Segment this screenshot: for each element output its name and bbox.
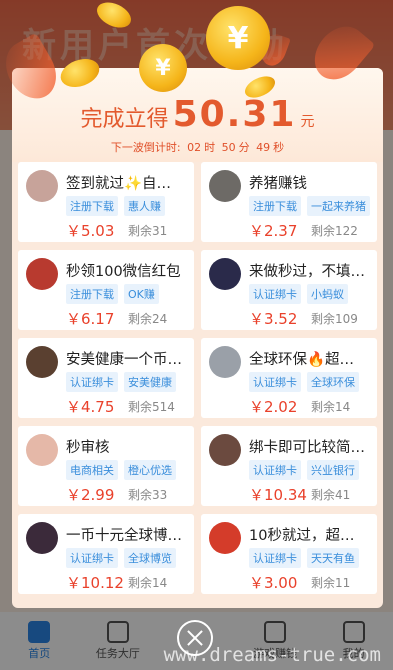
task-tag: 小蚂蚁 (307, 284, 348, 304)
countdown: 下一波倒计时: 02 时 50 分 49 秒 (12, 139, 383, 155)
task-title: 安美健康一个币… (66, 352, 182, 368)
task-tag: 认证绑卡 (249, 284, 301, 304)
task-card[interactable]: 秒领100微信红包注册下载 OK赚 ￥6.17 剩余24 (18, 250, 194, 330)
task-tag: 电商相关 (66, 460, 118, 480)
task-title: 签到就过✨自… (66, 176, 172, 192)
headline-prefix: 完成立得 (80, 107, 169, 132)
task-title: 绑卡即可比较简… (249, 440, 365, 456)
task-title: 10秒就过，超… (249, 528, 355, 544)
task-tag: 惠人赚 (124, 196, 165, 216)
task-title: 全球环保🔥超… (249, 352, 355, 368)
task-tags: 电商相关 橙心优选 (66, 460, 176, 480)
task-remaining: 剩余122 (311, 224, 358, 238)
task-card[interactable]: 安美健康一个币… 认证绑卡 安美健康 ￥4.75 剩余514 (18, 338, 194, 418)
watermark: www.dreams-true.com (163, 644, 381, 666)
countdown-minutes: 50 (221, 141, 236, 154)
task-tag: 认证绑卡 (249, 372, 301, 392)
avatar (26, 346, 58, 378)
task-price: ￥10.34 (249, 486, 307, 504)
task-title: 来做秒过，不填… (249, 264, 365, 280)
task-tag: 一起来养猪 (307, 196, 370, 216)
task-tag: 认证绑卡 (66, 372, 118, 392)
task-remaining: 剩余14 (311, 400, 351, 414)
task-card[interactable]: 绑卡即可比较简… 认证绑卡 兴业银行 ￥10.34 剩余41 (201, 426, 377, 506)
task-remaining: 剩余14 (128, 576, 168, 590)
task-price: ￥5.03 (66, 222, 115, 240)
avatar (26, 522, 58, 554)
task-tag: 天天有鱼 (307, 548, 359, 568)
task-tag: 注册下载 (66, 196, 118, 216)
task-tag: 认证绑卡 (66, 548, 118, 568)
task-tags: 认证绑卡 小蚂蚁 (249, 284, 348, 304)
coin-icon: ¥ (139, 44, 187, 92)
task-tag: 认证绑卡 (249, 460, 301, 480)
task-price: ￥2.99 (66, 486, 115, 504)
task-tag: 兴业银行 (307, 460, 359, 480)
task-tag: 全球博览 (124, 548, 176, 568)
avatar (209, 522, 241, 554)
avatar (209, 170, 241, 202)
task-remaining: 剩余41 (311, 488, 351, 502)
task-tag: OK赚 (124, 284, 159, 304)
task-tag: 注册下载 (249, 196, 301, 216)
reward-modal: 完成立得 50.31 元 下一波倒计时: 02 时 50 分 49 秒 签到就过✨自… 注册… (12, 68, 383, 608)
task-tags: 注册下载 惠人赚 (66, 196, 165, 216)
task-price: ￥3.52 (249, 310, 298, 328)
task-remaining: 剩余24 (128, 312, 168, 326)
avatar (26, 434, 58, 466)
task-remaining: 剩余33 (128, 488, 168, 502)
task-card[interactable]: 养猪赚钱注册下载 一起来养猪 ￥2.37 剩余122 (201, 162, 377, 242)
avatar (26, 258, 58, 290)
task-tag: 认证绑卡 (249, 548, 301, 568)
task-price: ￥2.37 (249, 222, 298, 240)
avatar (209, 258, 241, 290)
task-card[interactable]: 全球环保🔥超… 认证绑卡 全球环保 ￥2.02 剩余14 (201, 338, 377, 418)
countdown-seconds-unit: 秒 (273, 141, 285, 154)
avatar (209, 434, 241, 466)
coin-icon: ¥ (206, 6, 270, 70)
task-remaining: 剩余11 (311, 576, 351, 590)
task-card[interactable]: 来做秒过，不填… 认证绑卡 小蚂蚁 ￥3.52 剩余109 (201, 250, 377, 330)
task-tags: 注册下载 OK赚 (66, 284, 159, 304)
task-price: ￥6.17 (66, 310, 115, 328)
task-price: ￥3.00 (249, 574, 298, 592)
task-title: 养猪赚钱 (249, 176, 307, 192)
task-remaining: 剩余514 (128, 400, 175, 414)
task-card[interactable]: 秒审核电商相关 橙心优选 ￥2.99 剩余33 (18, 426, 194, 506)
task-tags: 认证绑卡 天天有鱼 (249, 548, 359, 568)
countdown-label: 下一波倒计时: (110, 141, 181, 154)
task-grid: 签到就过✨自… 注册下载 惠人赚 ￥5.03 剩余31 养猪赚钱 注册下载 一起来养猪 ￥2.3… (18, 162, 377, 594)
avatar (209, 346, 241, 378)
task-title: 一币十元全球博… (66, 528, 182, 544)
task-card[interactable]: 10秒就过，超… 认证绑卡 天天有鱼 ￥3.00 剩余11 (201, 514, 377, 594)
task-remaining: 剩余31 (128, 224, 168, 238)
avatar (26, 170, 58, 202)
task-tag: 安美健康 (124, 372, 176, 392)
countdown-seconds: 49 (256, 141, 271, 154)
task-tags: 注册下载 一起来养猪 (249, 196, 370, 216)
task-price: ￥10.12 (66, 574, 124, 592)
task-tags: 认证绑卡 全球博览 (66, 548, 176, 568)
countdown-hours: 02 (187, 141, 202, 154)
countdown-hours-unit: 时 (204, 141, 216, 154)
task-tags: 认证绑卡 兴业银行 (249, 460, 359, 480)
task-title: 秒领100微信红包 (66, 264, 181, 280)
task-remaining: 剩余109 (311, 312, 358, 326)
task-price: ￥2.02 (249, 398, 298, 416)
task-tags: 认证绑卡 全球环保 (249, 372, 359, 392)
task-tag: 注册下载 (66, 284, 118, 304)
task-price: ￥4.75 (66, 398, 115, 416)
task-tags: 认证绑卡 安美健康 (66, 372, 176, 392)
task-card[interactable]: 签到就过✨自… 注册下载 惠人赚 ￥5.03 剩余31 (18, 162, 194, 242)
reward-amount: 50.31 (172, 94, 297, 135)
task-tag: 全球环保 (307, 372, 359, 392)
reward-unit: 元 (300, 114, 315, 130)
task-tag: 橙心优选 (124, 460, 176, 480)
task-title: 秒审核 (66, 440, 110, 456)
task-card[interactable]: 一币十元全球博… 认证绑卡 全球博览 ￥10.12 剩余14 (18, 514, 194, 594)
countdown-minutes-unit: 分 (238, 141, 250, 154)
